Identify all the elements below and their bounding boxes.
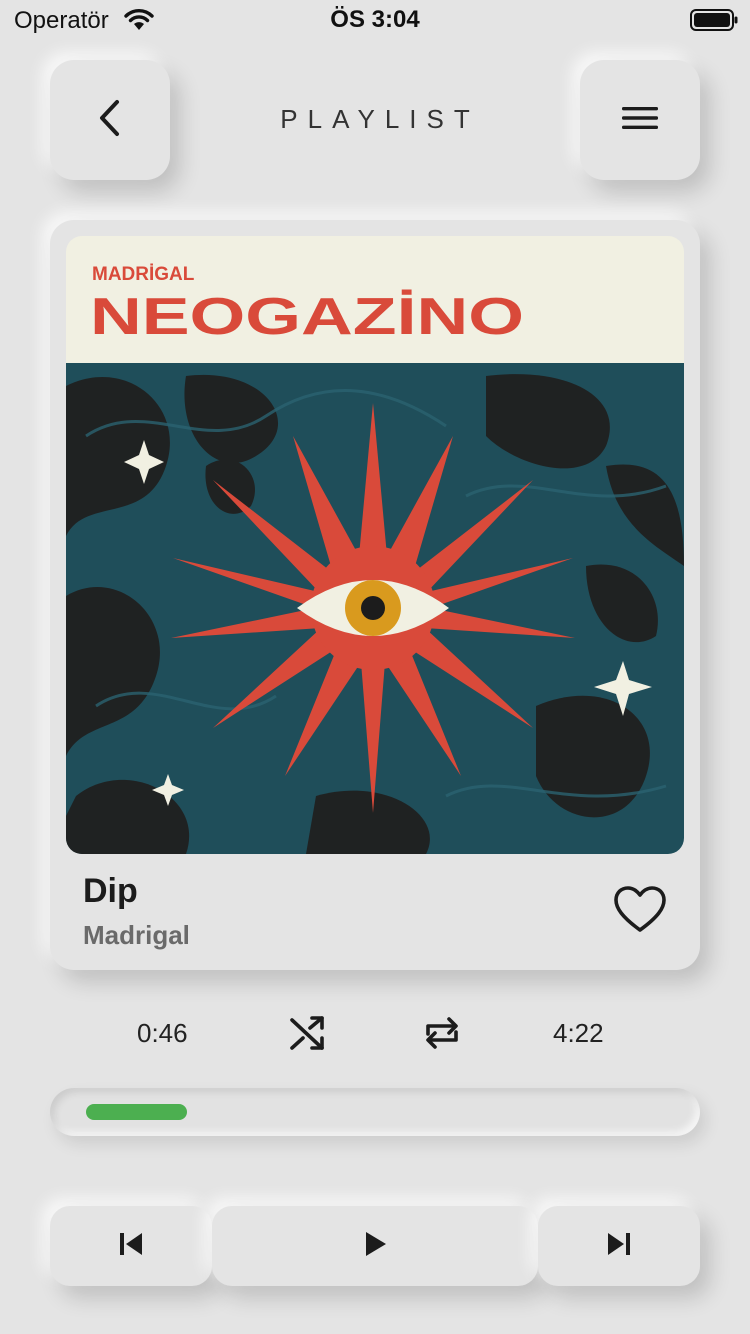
repeat-button[interactable] bbox=[422, 1012, 462, 1054]
skip-next-icon bbox=[605, 1230, 633, 1263]
shuffle-button[interactable] bbox=[288, 1012, 328, 1054]
hamburger-menu-icon bbox=[620, 103, 660, 138]
track-title: Dip bbox=[83, 872, 138, 910]
elapsed-time: 0:46 bbox=[137, 1018, 188, 1048]
shuffle-icon bbox=[288, 1016, 328, 1058]
album-cover: MADRİGAL NEOGAZİNO bbox=[66, 236, 684, 854]
heart-outline-icon bbox=[612, 886, 668, 940]
skip-previous-icon bbox=[117, 1230, 145, 1263]
album-logo-text: NEOGAZİNO bbox=[90, 288, 524, 346]
track-artist: Madrigal bbox=[83, 920, 190, 950]
progress-fill bbox=[86, 1104, 187, 1120]
previous-track-button[interactable] bbox=[50, 1206, 212, 1286]
album-label-text: MADRİGAL bbox=[92, 264, 195, 285]
progress-bar[interactable] bbox=[50, 1088, 700, 1136]
status-clock: ÖS 3:04 bbox=[330, 6, 420, 33]
play-icon bbox=[362, 1230, 388, 1263]
battery-icon bbox=[690, 8, 738, 37]
status-bar: Operatör ÖS 3:04 bbox=[0, 0, 750, 40]
total-duration: 4:22 bbox=[553, 1018, 604, 1048]
menu-button[interactable] bbox=[580, 60, 700, 180]
repeat-icon bbox=[422, 1017, 462, 1058]
next-track-button[interactable] bbox=[538, 1206, 700, 1286]
now-playing-card: MADRİGAL NEOGAZİNO Dip Madrigal bbox=[50, 220, 700, 970]
play-button[interactable] bbox=[212, 1206, 538, 1286]
favorite-button[interactable] bbox=[612, 884, 668, 936]
